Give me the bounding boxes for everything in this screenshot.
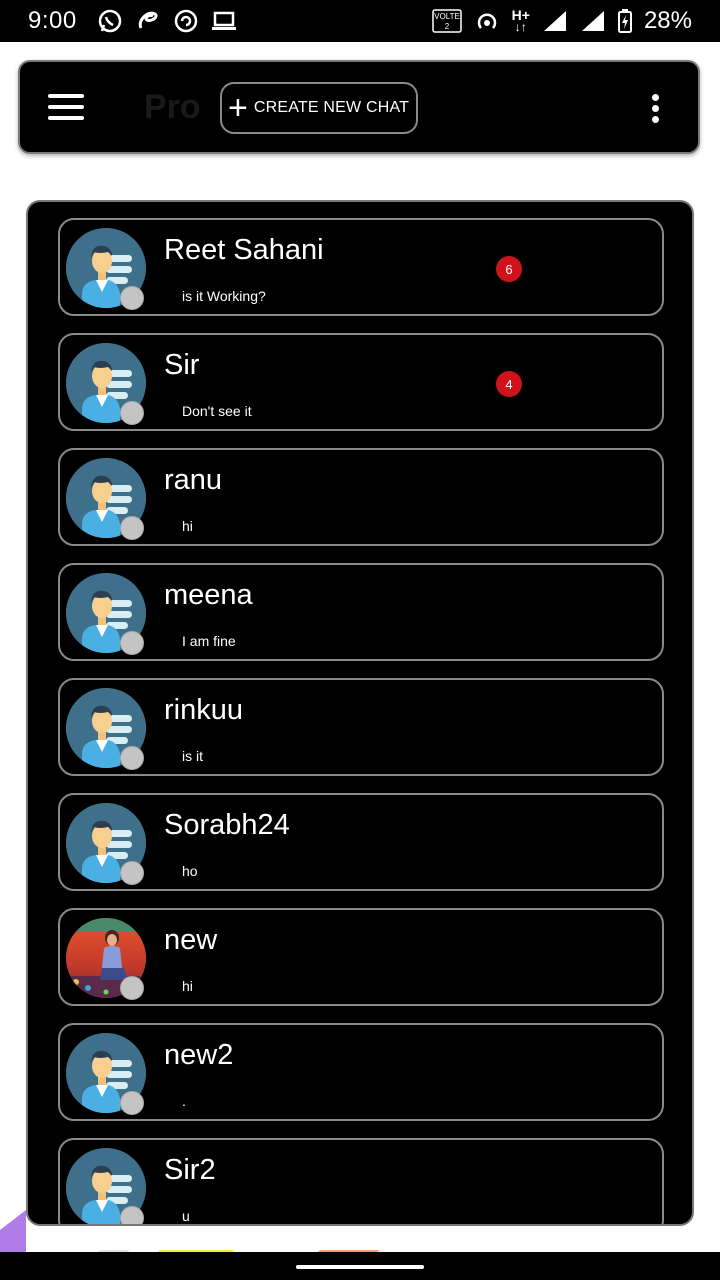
chat-last-message: hi xyxy=(182,518,193,534)
navigation-bar xyxy=(0,1252,720,1280)
chat-contact-name: meena xyxy=(164,579,253,611)
chat-contact-name: rinkuu xyxy=(164,694,243,726)
airtel-icon xyxy=(135,8,161,34)
online-status-dot xyxy=(120,1206,144,1224)
battery-charging-icon xyxy=(617,9,632,33)
signal-icon xyxy=(580,9,606,33)
chat-contact-name: Sir2 xyxy=(164,1154,216,1186)
volte-icon: VOLTE 2 xyxy=(431,9,462,33)
chat-list-item[interactable]: ranu hi xyxy=(58,448,664,546)
chat-contact-name: new2 xyxy=(164,1039,234,1071)
chat-list-item[interactable]: Sir Don't see it 4 xyxy=(58,333,664,431)
chat-last-message: I am fine xyxy=(182,633,236,649)
chat-last-message: u xyxy=(182,1208,190,1224)
chat-contact-name: Reet Sahani xyxy=(164,234,324,266)
unread-count-badge: 4 xyxy=(496,371,522,397)
chat-list-item[interactable]: rinkuu is it xyxy=(58,678,664,776)
chat-contact-name: Sorabh24 xyxy=(164,809,290,841)
volte-label: VOLTE xyxy=(434,12,460,21)
system-icons: VOLTE 2 H+ ↓↑ 28% xyxy=(431,0,692,42)
online-status-dot xyxy=(120,401,144,425)
hamburger-menu-icon[interactable] xyxy=(48,94,84,122)
home-indicator[interactable] xyxy=(296,1265,424,1269)
sim-label: 2 xyxy=(444,22,449,31)
chat-last-message: ho xyxy=(182,863,198,879)
chat-contact-name: ranu xyxy=(164,464,223,496)
signal-icon xyxy=(542,9,568,33)
chat-list-item[interactable]: Sir2 u xyxy=(58,1138,664,1224)
status-bar: 9:00 VOLTE 2 H+ ↓↑ 28% xyxy=(0,0,720,42)
h-plus-icon: H+ ↓↑ xyxy=(511,7,530,34)
online-status-dot xyxy=(120,976,144,1000)
battery-percent: 28% xyxy=(643,7,692,34)
online-status-dot xyxy=(120,631,144,655)
chat-last-message: is it xyxy=(182,748,203,764)
online-status-dot xyxy=(120,861,144,885)
hotspot-icon xyxy=(474,9,500,33)
chat-last-message: is it Working? xyxy=(182,288,266,304)
chat-list-panel: Reet Sahani is it Working? 6 Sir Don't see … xyxy=(26,200,694,1226)
notification-icons xyxy=(97,8,237,34)
whatsapp-icon xyxy=(97,8,123,34)
online-status-dot xyxy=(120,516,144,540)
chat-list-item[interactable]: Sorabh24 ho xyxy=(58,793,664,891)
chat-last-message: . xyxy=(182,1093,186,1109)
chat-list-item[interactable]: Reet Sahani is it Working? 6 xyxy=(58,218,664,316)
chat-list-item[interactable]: meena I am fine xyxy=(58,563,664,661)
create-new-chat-label: CREATE NEW CHAT xyxy=(253,99,410,116)
chat-contact-name: new xyxy=(164,924,218,956)
chat-list: Reet Sahani is it Working? 6 Sir Don't see … xyxy=(58,218,664,1224)
online-status-dot xyxy=(120,286,144,310)
create-new-chat-button[interactable]: + CREATE NEW CHAT xyxy=(220,82,418,134)
online-status-dot xyxy=(120,746,144,770)
online-status-dot xyxy=(120,1091,144,1115)
chat-list-item[interactable]: new hi xyxy=(58,908,664,1006)
app-bar: Pro + CREATE NEW CHAT xyxy=(18,60,700,154)
plus-icon: + xyxy=(228,89,248,127)
chat-last-message: hi xyxy=(182,978,193,994)
app-title: Pro xyxy=(144,88,201,126)
status-time: 9:00 xyxy=(28,7,77,34)
unread-count-badge: 6 xyxy=(496,256,522,282)
more-vertical-icon[interactable] xyxy=(650,94,660,124)
chat-contact-name: Sir xyxy=(164,349,200,381)
laptop-icon xyxy=(211,10,237,32)
chat-last-message: Don't see it xyxy=(182,403,252,419)
chat-list-item[interactable]: new2. xyxy=(58,1023,664,1121)
sync-icon xyxy=(173,8,199,34)
